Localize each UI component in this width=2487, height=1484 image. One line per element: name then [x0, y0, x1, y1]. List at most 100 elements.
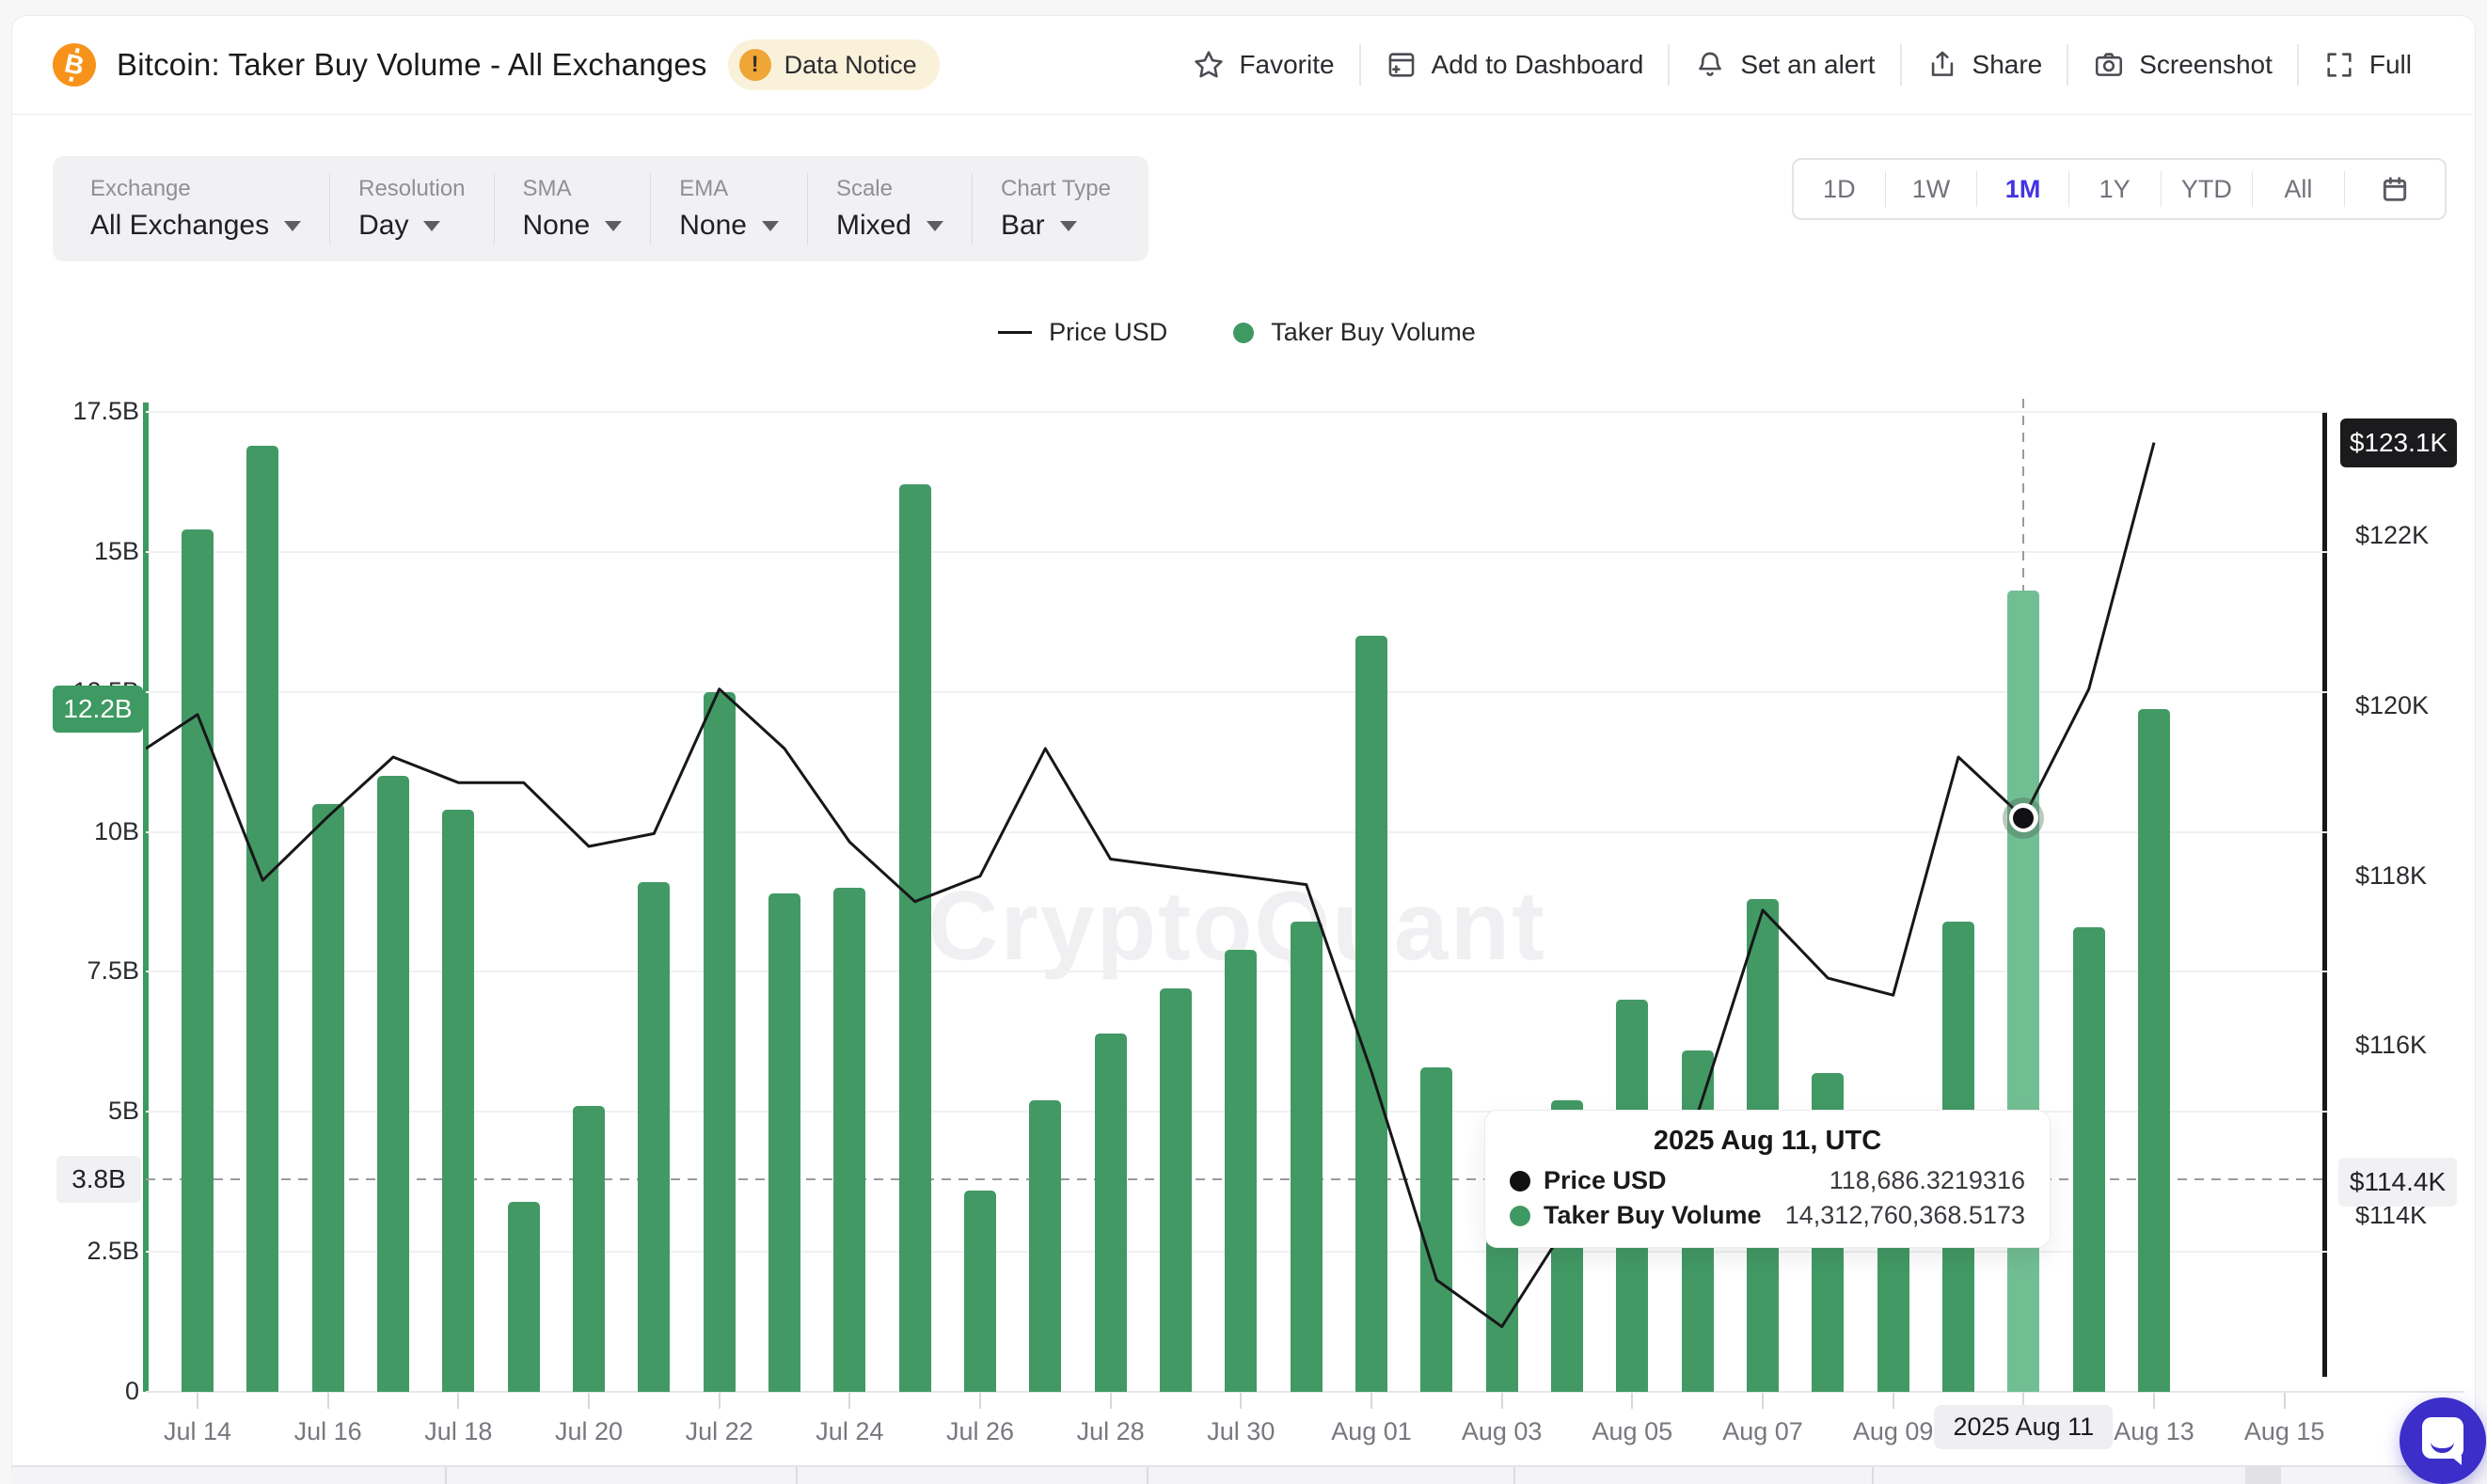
y-left-tick-7.5B: 7.5B [28, 956, 139, 986]
tooltip-series-label: Price USD [1544, 1166, 1667, 1195]
filter-ema[interactable]: EMA None [651, 156, 807, 261]
range-ytd[interactable]: YTD [2162, 175, 2253, 204]
filter-label: SMA [523, 176, 623, 202]
scrubber-divider [1147, 1467, 1148, 1484]
calendar-icon [2380, 174, 2410, 204]
legend-label: Taker Buy Volume [1271, 318, 1476, 347]
calendar-button[interactable] [2345, 174, 2445, 204]
x-tick [1240, 1393, 1242, 1409]
range-1m[interactable]: 1M [1977, 175, 2068, 204]
filter-label: Resolution [358, 176, 465, 202]
camera-icon [2093, 49, 2125, 81]
full-button[interactable]: Full [2299, 49, 2436, 81]
x-tick [2153, 1393, 2155, 1409]
bitcoin-icon: B [53, 43, 96, 87]
add-to-dashboard-button[interactable]: Add to Dashboard [1361, 49, 1669, 81]
y-left-tick-0: 0 [28, 1377, 139, 1406]
scrubber-divider [445, 1467, 447, 1484]
y-left-tick-2.5B: 2.5B [28, 1237, 139, 1266]
x-label-jul-14: Jul 14 [164, 1417, 231, 1446]
legend-label: Price USD [1049, 318, 1167, 347]
range-1w[interactable]: 1W [1886, 175, 1977, 204]
filter-sma[interactable]: SMA None [495, 156, 651, 261]
header-actions: Favorite Add to Dashboard Set an alert Shar… [1168, 15, 2436, 115]
x-tick [588, 1393, 590, 1409]
scrubber-divider [1513, 1467, 1515, 1484]
set-an-alert-button[interactable]: Set an alert [1670, 49, 1899, 81]
x-label-2025-aug-11: 2025 Aug 11 [1934, 1405, 2113, 1449]
series-dot-icon [1510, 1171, 1530, 1192]
x-label-jul-22: Jul 22 [686, 1417, 753, 1446]
legend-item-price-usd[interactable]: Price USD [998, 318, 1167, 347]
x-label-aug-09: Aug 09 [1853, 1417, 1934, 1446]
x-tick [1631, 1393, 1633, 1409]
filter-chart-type[interactable]: Chart Type Bar [973, 156, 1139, 261]
time-range-selector: 1D1W1M1YYTDAll [1792, 158, 2447, 220]
x-tick [719, 1393, 721, 1409]
tooltip-row-taker-buy-volume: Taker Buy Volume14,312,760,368.5173 [1510, 1201, 2025, 1230]
action-label: Favorite [1239, 50, 1334, 80]
range-all[interactable]: All [2253, 175, 2344, 204]
action-label: Full [2369, 50, 2412, 80]
x-tick [1110, 1393, 1112, 1409]
x-tick [848, 1393, 850, 1409]
chevron-down-icon [284, 221, 301, 231]
price-crosshair-badge: $114.4K [2338, 1158, 2457, 1207]
favorite-button[interactable]: Favorite [1168, 49, 1358, 81]
y-right-tick-120K: $120K [2355, 691, 2429, 720]
screenshot-button[interactable]: Screenshot [2068, 49, 2297, 81]
chevron-down-icon [927, 221, 943, 231]
filter-label: Exchange [90, 176, 301, 202]
page-title: Bitcoin: Taker Buy Volume - All Exchange… [117, 47, 707, 83]
timeline-scrubber[interactable] [12, 1465, 2473, 1484]
share-button[interactable]: Share [1902, 49, 2067, 81]
x-tick [457, 1393, 459, 1409]
data-notice-badge[interactable]: ! Data Notice [728, 39, 940, 90]
filter-value: Mixed [836, 210, 911, 242]
filter-label: EMA [679, 176, 779, 202]
action-label: Add to Dashboard [1432, 50, 1644, 80]
filter-value: Bar [1001, 210, 1045, 242]
filter-resolution[interactable]: Resolution Day [330, 156, 493, 261]
chat-button[interactable] [2400, 1397, 2486, 1484]
filter-value: Day [358, 210, 408, 242]
x-label-jul-20: Jul 20 [555, 1417, 623, 1446]
x-label-jul-18: Jul 18 [424, 1417, 492, 1446]
dashboard-add-icon [1386, 49, 1418, 81]
data-notice-label: Data Notice [784, 51, 917, 80]
chevron-down-icon [423, 221, 440, 231]
line-swatch-icon [998, 331, 1032, 334]
filter-bar: ExchangeAll Exchanges Resolution Day SMA Non… [53, 156, 1148, 261]
tooltip-series-label: Taker Buy Volume [1544, 1201, 1762, 1230]
range-1y[interactable]: 1Y [2069, 175, 2161, 204]
x-tick [1501, 1393, 1503, 1409]
y-left-tick-5B: 5B [28, 1097, 139, 1126]
filter-value: None [523, 210, 591, 242]
x-tick [2284, 1393, 2286, 1409]
x-label-jul-30: Jul 30 [1207, 1417, 1275, 1446]
chart-legend: Price USD Taker Buy Volume [146, 318, 2328, 347]
x-label-aug-15: Aug 15 [2244, 1417, 2325, 1446]
filter-exchange[interactable]: ExchangeAll Exchanges [62, 156, 329, 261]
bell-icon [1694, 49, 1726, 81]
x-label-aug-01: Aug 01 [1331, 1417, 1412, 1446]
tooltip-date: 2025 Aug 11, UTC [1510, 1126, 2025, 1157]
x-label-jul-26: Jul 26 [946, 1417, 1014, 1446]
tooltip-row-price-usd: Price USD118,686.3219316 [1510, 1166, 2025, 1195]
filter-scale[interactable]: ScaleMixed [808, 156, 972, 261]
filter-label: Chart Type [1001, 176, 1111, 202]
star-icon [1193, 49, 1225, 81]
chevron-down-icon [605, 221, 622, 231]
chart-tooltip: 2025 Aug 11, UTC Price USD118,686.321931… [1484, 1110, 2051, 1248]
x-label-aug-07: Aug 07 [1722, 1417, 1803, 1446]
legend-item-taker-buy-volume[interactable]: Taker Buy Volume [1233, 318, 1476, 347]
chevron-down-icon [762, 221, 779, 231]
scrubber-handle[interactable] [2245, 1467, 2281, 1484]
filter-value: None [679, 210, 747, 242]
range-1d[interactable]: 1D [1794, 175, 1885, 204]
dot-swatch-icon [1233, 323, 1254, 343]
action-label: Share [1972, 50, 2043, 80]
y-right-tick-116K: $116K [2355, 1031, 2427, 1060]
series-dot-icon [1510, 1206, 1530, 1226]
exclamation-icon: ! [739, 49, 771, 81]
